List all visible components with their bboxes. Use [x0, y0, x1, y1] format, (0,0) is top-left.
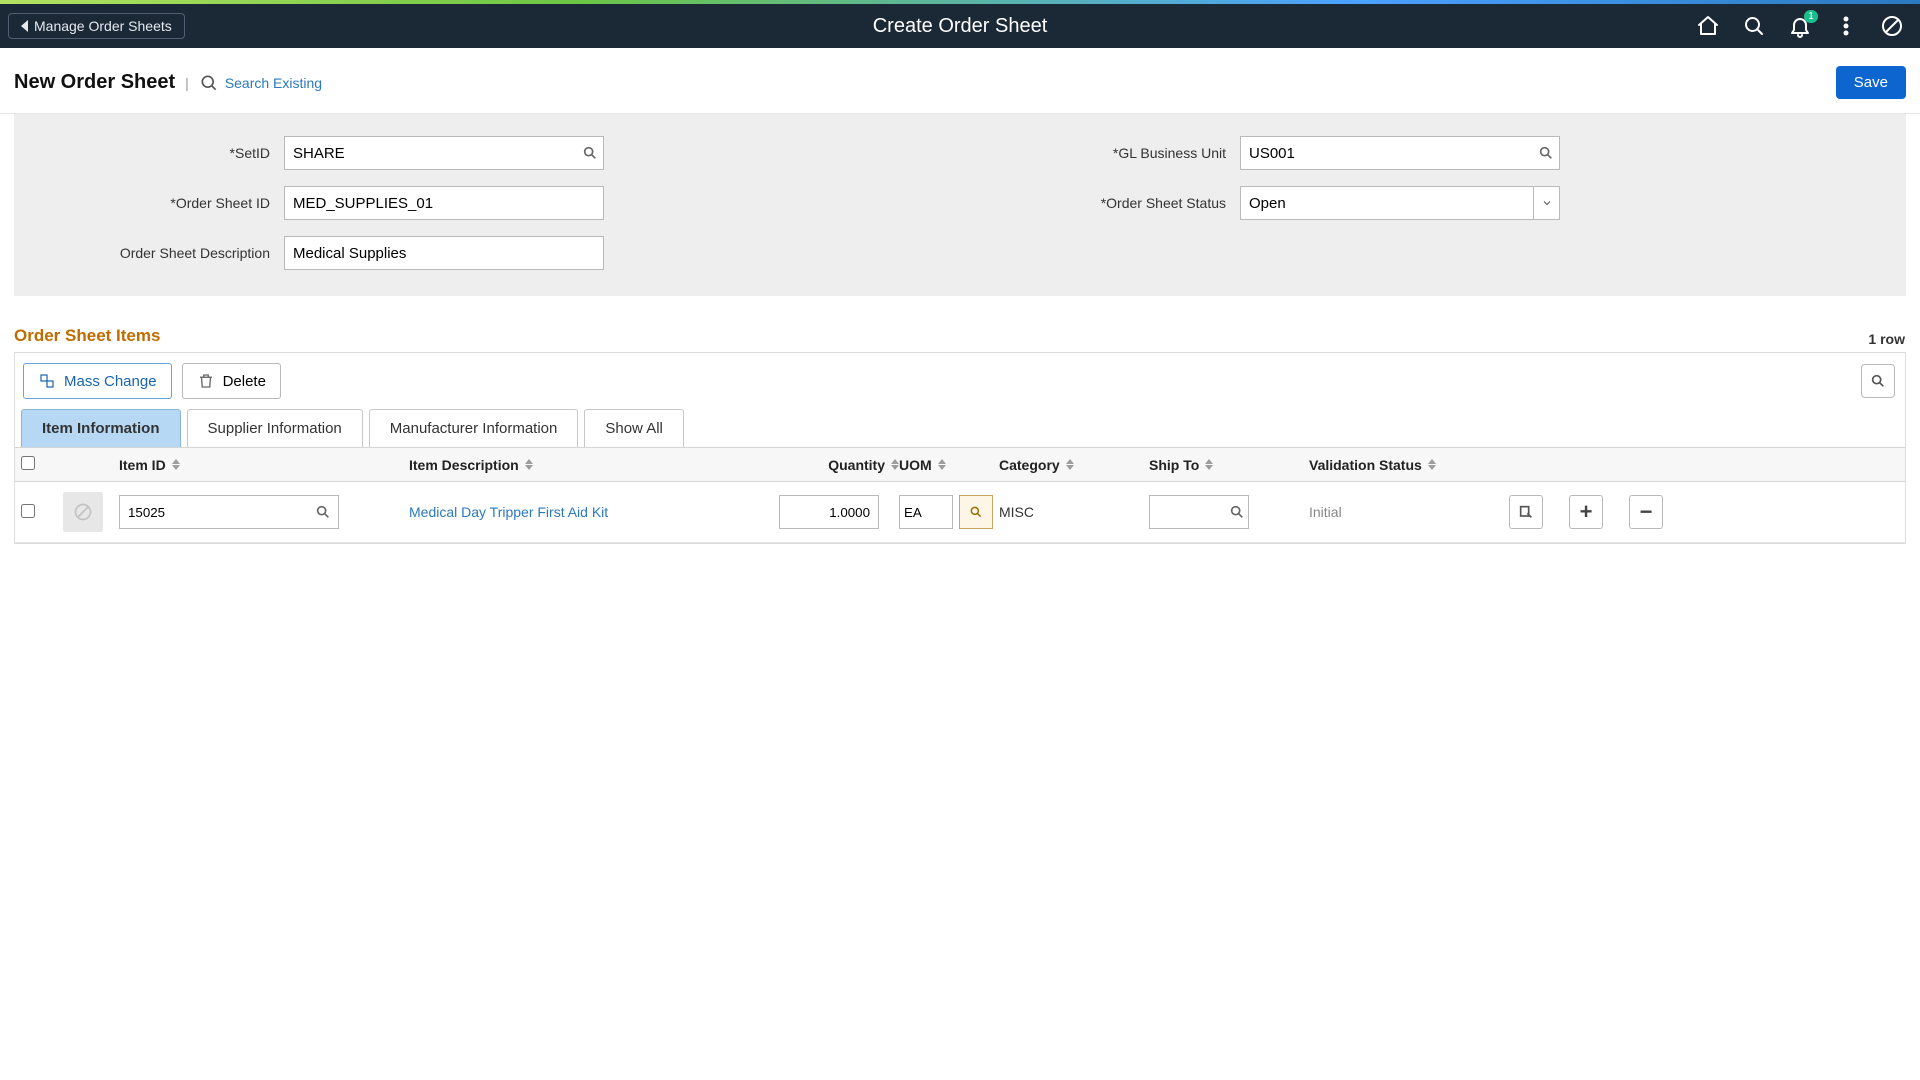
more-icon[interactable]: [1834, 14, 1858, 38]
col-description[interactable]: Item Description: [409, 457, 519, 473]
row-count-label: 1 row: [1868, 331, 1905, 347]
back-button[interactable]: Manage Order Sheets: [8, 13, 185, 39]
chevron-down-icon: [1533, 187, 1559, 219]
col-shipto[interactable]: Ship To: [1149, 457, 1199, 473]
order-sheet-items-title: Order Sheet Items: [14, 326, 1906, 346]
glbu-label: *GL Business Unit: [990, 145, 1240, 161]
col-validation[interactable]: Validation Status: [1309, 457, 1422, 473]
divider: |: [185, 75, 189, 91]
ban-icon[interactable]: [1880, 14, 1904, 38]
add-row-button[interactable]: +: [1569, 495, 1603, 529]
quantity-input[interactable]: [779, 495, 879, 529]
sort-icon: [891, 459, 899, 470]
status-select[interactable]: Open: [1240, 186, 1560, 220]
search-icon[interactable]: [1742, 14, 1766, 38]
sort-icon: [1066, 459, 1074, 470]
chevron-left-icon: [21, 20, 28, 32]
mass-change-button[interactable]: Mass Change: [23, 363, 172, 399]
delete-button[interactable]: Delete: [182, 363, 281, 399]
validation-status-cell: Initial: [1309, 504, 1509, 520]
plus-icon: +: [1580, 499, 1593, 525]
sort-icon: [525, 459, 533, 470]
tab-item-information[interactable]: Item Information: [21, 409, 181, 447]
setid-lookup-icon[interactable]: [582, 145, 598, 161]
tab-show-all[interactable]: Show All: [584, 409, 684, 447]
home-icon[interactable]: [1696, 14, 1720, 38]
search-icon: [199, 73, 219, 93]
setid-label: *SetID: [34, 145, 284, 161]
sort-icon: [1205, 459, 1213, 470]
glbu-input[interactable]: [1240, 136, 1560, 170]
form-panel: *SetID *Order Sheet ID Order Sheet Descr…: [14, 114, 1906, 296]
glbu-lookup-icon[interactable]: [1538, 145, 1554, 161]
ordersheetid-input[interactable]: [284, 186, 604, 220]
items-tabs: Item Information Supplier Information Ma…: [15, 405, 1905, 447]
remove-row-button[interactable]: −: [1629, 495, 1663, 529]
sort-icon: [1428, 459, 1436, 470]
select-all-checkbox[interactable]: [21, 456, 35, 470]
back-button-label: Manage Order Sheets: [34, 18, 172, 34]
description-label: Order Sheet Description: [34, 245, 284, 261]
itemid-input[interactable]: [119, 495, 339, 529]
subheader-title: New Order Sheet: [14, 71, 175, 94]
topbar: Manage Order Sheets Create Order Sheet 1: [0, 4, 1920, 48]
category-cell: MISC: [999, 504, 1149, 520]
save-button[interactable]: Save: [1836, 66, 1906, 99]
notification-badge: 1: [1804, 10, 1818, 23]
status-label: *Order Sheet Status: [990, 195, 1240, 211]
col-quantity[interactable]: Quantity: [828, 457, 885, 473]
tab-supplier-information[interactable]: Supplier Information: [187, 409, 363, 447]
uom-input[interactable]: [899, 495, 953, 529]
ordersheetid-label: *Order Sheet ID: [34, 195, 284, 211]
tab-manufacturer-information[interactable]: Manufacturer Information: [369, 409, 579, 447]
item-description-link[interactable]: Medical Day Tripper First Aid Kit: [409, 504, 608, 520]
delete-label: Delete: [223, 373, 266, 390]
subheader: New Order Sheet | Search Existing Save: [0, 48, 1920, 114]
item-image-placeholder: [63, 492, 103, 532]
description-input[interactable]: [284, 236, 604, 270]
col-uom[interactable]: UOM: [899, 457, 932, 473]
shipto-lookup-icon[interactable]: [1229, 504, 1245, 520]
notifications-icon[interactable]: 1: [1788, 14, 1812, 38]
minus-icon: −: [1640, 499, 1653, 525]
sort-icon: [172, 459, 180, 470]
grid-header: Item ID Item Description Quantity UOM Ca…: [15, 447, 1905, 482]
items-search-button[interactable]: [1861, 364, 1895, 398]
search-existing-link[interactable]: Search Existing: [199, 73, 322, 93]
sort-icon: [938, 459, 946, 470]
page-title: Create Order Sheet: [873, 15, 1048, 38]
items-box: 1 row Mass Change Delete Item Informatio…: [14, 352, 1906, 544]
setid-input[interactable]: [284, 136, 604, 170]
row-select-checkbox[interactable]: [21, 504, 35, 518]
search-existing-label: Search Existing: [225, 75, 322, 91]
col-itemid[interactable]: Item ID: [119, 457, 166, 473]
itemid-lookup-icon[interactable]: [315, 504, 331, 520]
trash-icon: [197, 372, 215, 390]
col-category[interactable]: Category: [999, 457, 1060, 473]
uom-lookup-icon[interactable]: [959, 495, 993, 529]
mass-change-icon: [38, 372, 56, 390]
table-row: Medical Day Tripper First Aid Kit MISC I…: [15, 482, 1905, 543]
mass-change-label: Mass Change: [64, 373, 157, 390]
row-detail-button[interactable]: [1509, 495, 1543, 529]
